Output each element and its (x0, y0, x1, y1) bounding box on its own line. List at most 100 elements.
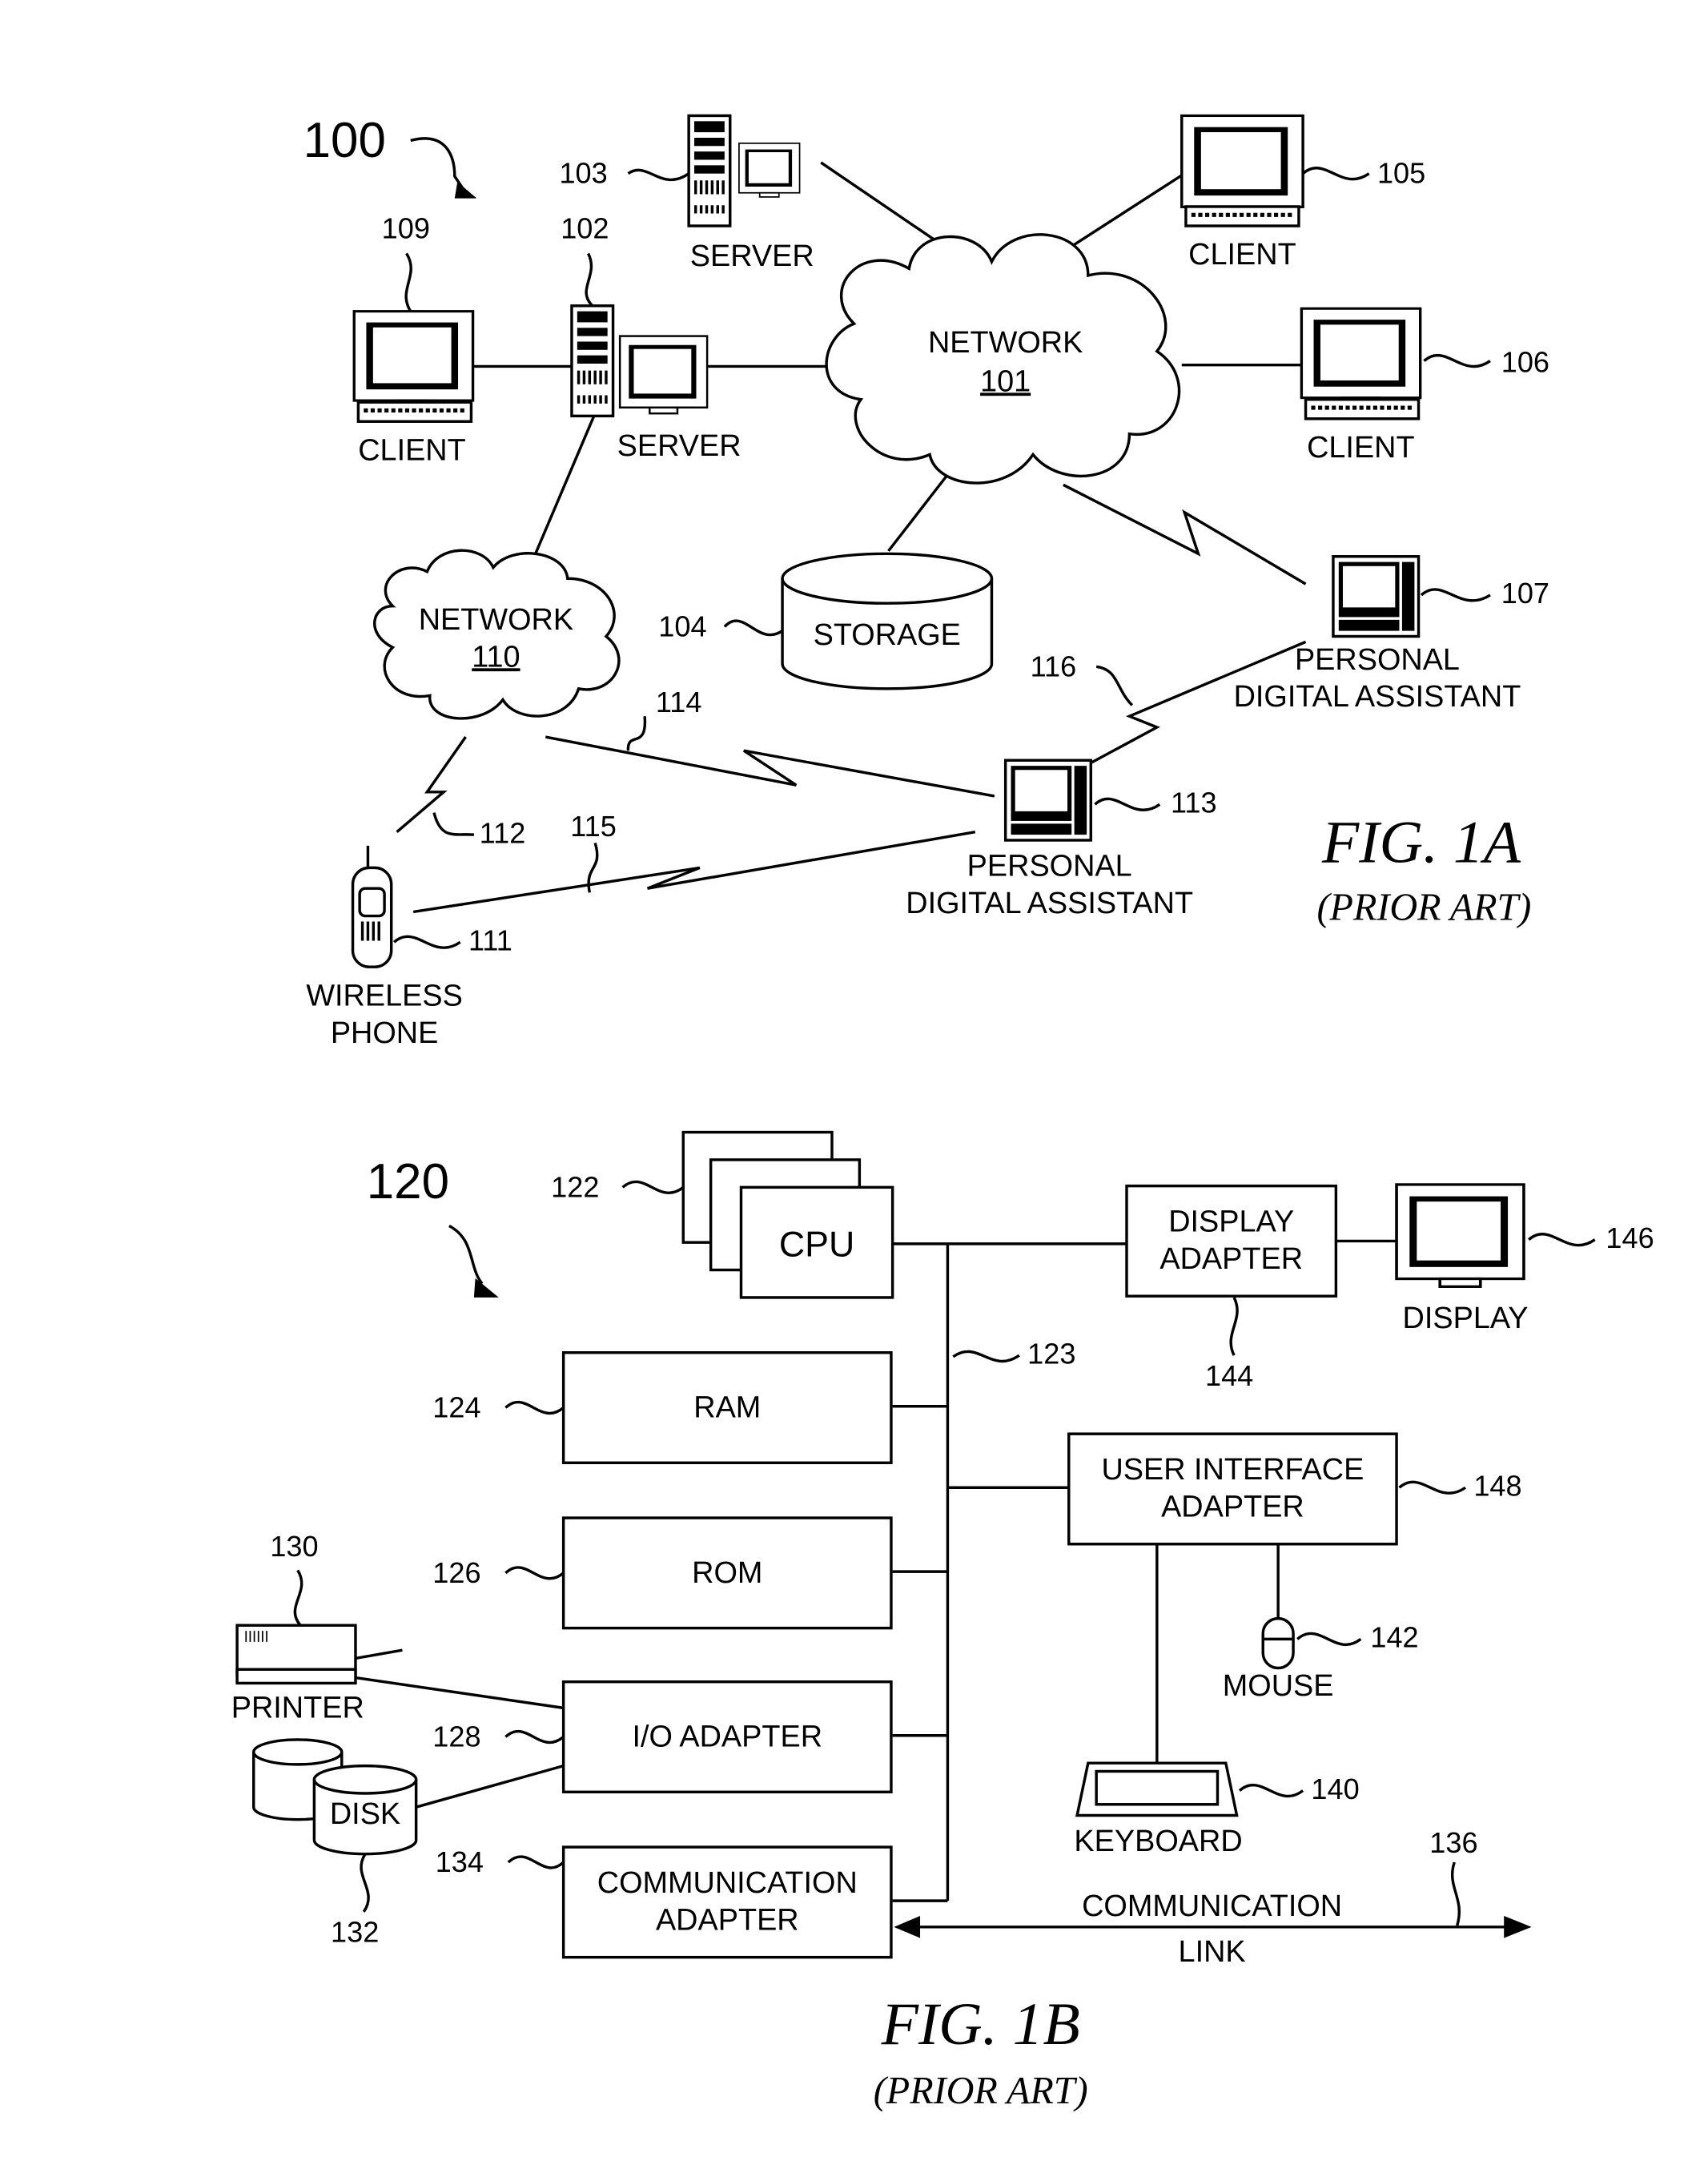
display-adapter-ref: 144 (1205, 1359, 1253, 1392)
printer-ref: 130 (270, 1530, 318, 1563)
leader-line (723, 619, 784, 637)
keyboard-icon (1306, 400, 1419, 419)
link-114-ref: 114 (656, 686, 702, 718)
leader-line (952, 1350, 1020, 1363)
ram-label: RAM (693, 1391, 761, 1425)
fig-1a: 100 NETWORK 101 NETWORK 110 SERVER 103 S… (303, 113, 1549, 1050)
fig-1a-title: FIG. 1A (1321, 810, 1521, 876)
link-112-ref: 112 (480, 816, 526, 849)
leader-line (393, 935, 461, 949)
link-115-ref: 115 (570, 810, 617, 843)
cpu-label: CPU (779, 1225, 854, 1264)
leader-line (1296, 1632, 1362, 1646)
network-101-ref: 101 (980, 364, 1031, 398)
link-103-101 (820, 161, 951, 252)
rom-ref: 126 (432, 1556, 480, 1589)
leader-line (293, 1569, 303, 1627)
io-adapter-ref: 128 (432, 1720, 480, 1753)
system-ref-100: 100 (303, 113, 386, 168)
fig-1b-title: FIG. 1B (881, 1991, 1080, 2058)
server-tower-icon (572, 306, 613, 417)
pda-113-label-line2: DIGITAL ASSISTANT (906, 887, 1193, 920)
phone-111-label-line1: WIRELESS (306, 979, 463, 1012)
server-tower-icon (689, 115, 730, 226)
arrow-icon (454, 181, 477, 199)
keyboard-icon (1186, 207, 1299, 226)
ui-adapter-box (1067, 1432, 1398, 1546)
printer-label: PRINTER (231, 1691, 364, 1724)
link-printer (355, 1676, 564, 1710)
link-116-ref: 116 (1031, 650, 1077, 682)
monitor-icon (618, 335, 709, 415)
monitor-icon (1300, 307, 1422, 407)
keyboard-140: KEYBOARD 140 (1074, 1761, 1360, 1858)
display-adapter-label-line1: DISPLAY (1168, 1205, 1294, 1238)
leader-line (1094, 797, 1161, 811)
pda-icon (1332, 555, 1421, 638)
patent-figure: 100 NETWORK 101 NETWORK 110 SERVER 103 S… (231, 0, 1654, 2112)
arrow-right-icon (1504, 1916, 1532, 1938)
leader-line (504, 1401, 565, 1415)
comm-adapter-label-line2: ADAPTER (656, 1903, 799, 1937)
link-101-104 (887, 470, 952, 552)
printer-output (355, 1648, 403, 1660)
leader-line (507, 1855, 565, 1869)
comm-link-label-line1: COMMUNICATION (1082, 1889, 1342, 1923)
ui-adapter-label-line1: USER INTERFACE (1101, 1453, 1364, 1487)
display-adapter-box (1125, 1184, 1338, 1298)
network-110-ref: 110 (472, 640, 520, 674)
keyboard-icon (358, 402, 471, 421)
client-105: CLIENT 105 (1180, 114, 1425, 272)
io-adapter-128: I/O ADAPTER 128 (355, 1676, 893, 1809)
leader-line (621, 1180, 685, 1194)
bus-ref: 123 (1027, 1337, 1075, 1370)
mouse-142: MOUSE 142 (1223, 1616, 1419, 1703)
ram-124: RAM 124 (432, 1350, 893, 1465)
fig-1b-subtitle: (PRIOR ART) (874, 2070, 1088, 2112)
leader-line (1229, 1297, 1239, 1356)
comm-link-label-line2: LINK (1179, 1935, 1246, 1969)
ui-adapter-label-line2: ADAPTER (1161, 1490, 1304, 1523)
cpu-122: CPU 122 (551, 1130, 894, 1299)
pda-113-ref: 113 (1171, 787, 1217, 819)
printer-tray (235, 1668, 357, 1685)
keyboard-keys (1095, 1769, 1220, 1806)
display-ref: 146 (1606, 1221, 1654, 1254)
wireless-phone-111: WIRELESS PHONE 111 (306, 845, 512, 1050)
arrow-left-icon (894, 1916, 921, 1938)
printer-130: PRINTER 130 (231, 1530, 403, 1724)
leader-line (432, 812, 474, 836)
pda-113: PERSONAL DIGITAL ASSISTANT 113 (906, 759, 1217, 920)
monitor-icon (738, 142, 801, 198)
server-103: SERVER 103 (559, 115, 814, 273)
leader-line (1528, 1233, 1596, 1247)
leader-line (1398, 1480, 1467, 1495)
phone-111-label-line2: PHONE (331, 1016, 439, 1050)
display-adapter-label-line2: ADAPTER (1159, 1242, 1303, 1276)
pda-107-label-line1: PERSONAL (1295, 643, 1460, 677)
client-105-ref: 105 (1377, 157, 1425, 190)
client-109-label: CLIENT (358, 433, 466, 467)
leader-line (1301, 167, 1370, 181)
leader-line (360, 1853, 370, 1913)
monitor-icon (1180, 114, 1304, 216)
disk-back-top (252, 1738, 344, 1766)
client-106: CLIENT 106 (1300, 307, 1549, 465)
keyboard-label: KEYBOARD (1074, 1825, 1242, 1858)
server-103-label: SERVER (690, 239, 814, 273)
server-103-ref: 103 (559, 157, 607, 190)
ui-adapter-148: USER INTERFACE ADAPTER 148 (1067, 1432, 1522, 1764)
leader-line (626, 716, 647, 751)
wireless-link-101-107 (1063, 483, 1307, 586)
client-109-ref: 109 (382, 212, 430, 245)
ram-ref: 124 (432, 1391, 480, 1424)
leader-line (1423, 354, 1491, 368)
network-110-label: NETWORK (419, 603, 573, 637)
server-102-ref: 102 (561, 212, 609, 245)
leader-line (1095, 665, 1134, 706)
pda-107: PERSONAL DIGITAL ASSISTANT 107 (1234, 555, 1549, 714)
storage-cylinder-top (781, 552, 994, 605)
leader-line (504, 1730, 565, 1744)
io-adapter-label: I/O ADAPTER (633, 1720, 823, 1754)
cpu-ref: 122 (551, 1170, 599, 1203)
